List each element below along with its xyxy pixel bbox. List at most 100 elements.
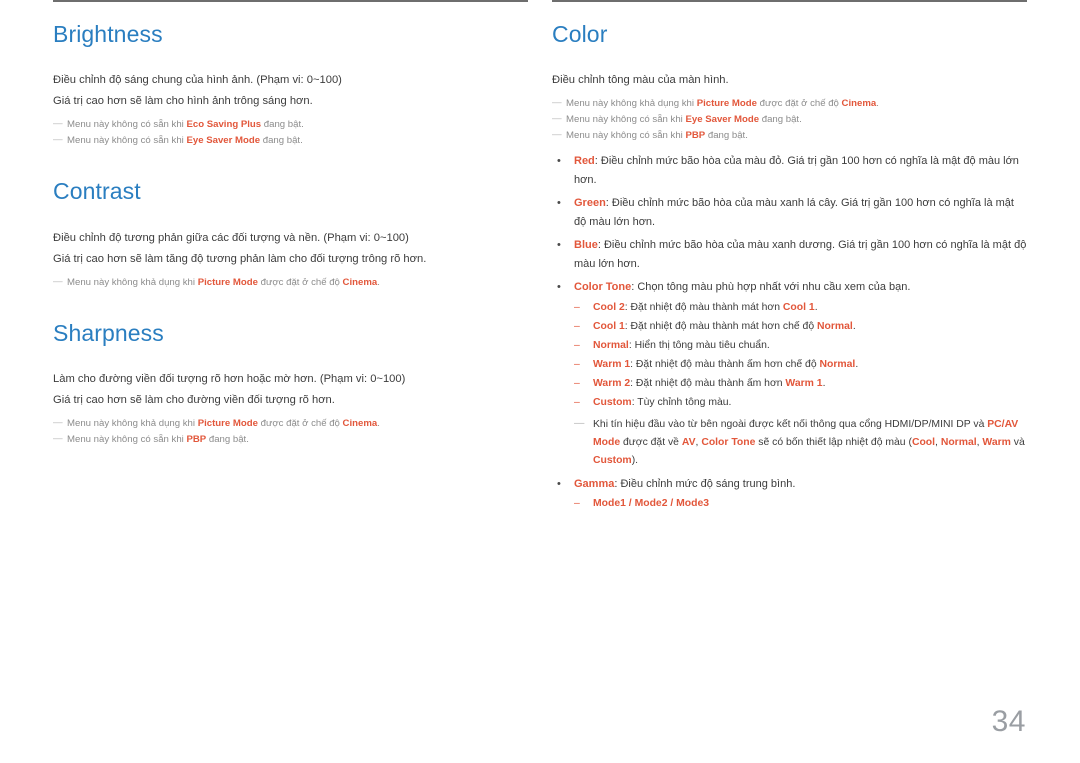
sub-item-term: Normal	[593, 339, 629, 351]
note-keyword-2: Cinema	[841, 98, 877, 110]
footnote-text-1: Khi tín hiệu đầu vào từ bên ngoài được k…	[593, 418, 988, 430]
sub-dash-icon: –	[574, 396, 580, 408]
sub-item-normal: – Normal: Hiển thị tông màu tiêu chuẩn.	[574, 337, 1027, 355]
note-keyword: Picture Mode	[696, 98, 757, 110]
note-text: Menu này không có sẵn khi	[67, 135, 187, 147]
sub-item-keyword: Normal	[819, 358, 856, 370]
note-text-mid: được đặt ở chế độ	[257, 276, 343, 288]
color-note-1: ― Menu này không khả dụng khi Picture Mod…	[552, 96, 1027, 112]
bullet-dot-icon: •	[557, 155, 561, 168]
page-title-contrast: Contrast	[53, 178, 141, 205]
sub-item-cool-2: – Cool 2: Đặt nhiệt độ màu thành mát hơn …	[574, 299, 1027, 317]
note-dash-icon: ―	[552, 129, 562, 141]
note-keyword: Eco Saving Plus	[186, 119, 262, 131]
note-text-tail: .	[876, 98, 879, 110]
footnote-keyword-cool: Cool	[911, 436, 936, 448]
contrast-note-1: ― Menu này không khả dụng khi Picture Mod…	[53, 275, 528, 291]
note-text-tail: đang bật.	[261, 119, 304, 131]
list-item-red: • Red: Điều chỉnh mức bão hòa của màu đỏ.…	[552, 152, 1027, 189]
note-dash-icon: ―	[53, 416, 63, 428]
note-dash-icon: ―	[53, 118, 63, 130]
list-item-term: Green	[574, 197, 606, 210]
note-text-mid: được đặt ở chế độ	[257, 417, 343, 429]
note-dash-icon: ―	[574, 417, 585, 429]
note-text-tail: đang bật.	[206, 433, 249, 445]
sub-item-term: Custom	[593, 396, 632, 408]
bullet-dot-icon: •	[557, 477, 561, 490]
contrast-description-line-2: Giá trị cao hơn sẽ làm tăng độ tương phả…	[53, 252, 427, 265]
color-settings-list: • Red: Điều chỉnh mức bão hòa của màu đỏ.…	[552, 152, 1027, 513]
list-item-term: Color Tone	[574, 281, 632, 294]
note-keyword: Picture Mode	[197, 417, 258, 429]
note-dash-icon: ―	[53, 275, 63, 287]
sub-item-term: Warm 2	[593, 377, 631, 389]
sub-item-keyword: Normal	[817, 320, 853, 332]
note-keyword-2: Cinema	[342, 276, 378, 288]
footnote-text-2: được đặt về	[620, 436, 682, 448]
sub-dash-icon: –	[574, 301, 580, 313]
sub-item-tail: .	[855, 358, 859, 370]
color-description-line-1: Điều chỉnh tông màu của màn hình.	[552, 74, 729, 87]
page-title-sharpness: Sharpness	[53, 319, 164, 346]
manual-page: Brightness Điều chỉnh độ sáng chung của …	[0, 0, 1080, 763]
right-column-top-rule	[552, 0, 1027, 2]
sub-item-gamma-modes: – Mode1 / Mode2 / Mode3	[574, 495, 1027, 513]
sub-item-keyword: Warm 1	[785, 377, 823, 389]
sub-item-tail: .	[814, 301, 818, 313]
left-column-top-rule	[53, 0, 528, 2]
footnote-text-7: và	[1010, 436, 1025, 448]
note-keyword: Eye Saver Mode	[186, 135, 261, 147]
section-contrast: Contrast Điều chỉnh độ tương phản giữa c…	[53, 178, 528, 291]
note-keyword-2: Cinema	[342, 417, 378, 429]
left-column: Brightness Điều chỉnh độ sáng chung của …	[53, 0, 528, 543]
note-dash-icon: ―	[552, 113, 562, 125]
sub-item-term: Cool 1	[593, 320, 625, 332]
footnote-keyword-normal: Normal	[940, 436, 977, 448]
right-column: Color Điều chỉnh tông màu của màn hình. …	[552, 0, 1027, 543]
sub-dash-icon: –	[574, 339, 580, 351]
bullet-dot-icon: •	[557, 197, 561, 210]
note-dash-icon: ―	[552, 97, 562, 109]
list-item-text: : Điều chỉnh mức bão hòa của màu xanh dư…	[574, 239, 1027, 270]
color-note-2: ― Menu này không có sẵn khi Eye Saver Mod…	[552, 112, 1027, 128]
contrast-description-line-1: Điều chỉnh độ tương phản giữa các đối tư…	[53, 231, 409, 244]
sub-item-term: Cool 2	[593, 301, 625, 313]
sub-dash-icon: –	[574, 358, 580, 370]
brightness-description-line-1: Điều chỉnh độ sáng chung của hình ảnh. (…	[53, 74, 342, 87]
note-dash-icon: ―	[53, 432, 63, 444]
sharpness-description-line-2: Giá trị cao hơn sẽ làm cho đường viền đố…	[53, 393, 335, 406]
footnote-text-8: ).	[631, 454, 639, 466]
list-item-text: : Điều chỉnh mức bão hòa của màu xanh lá…	[574, 197, 1014, 228]
note-text-tail: .	[377, 276, 380, 288]
note-keyword: PBP	[685, 130, 706, 142]
brightness-note-2: ― Menu này không có sẵn khi Eye Saver Mod…	[53, 133, 528, 149]
sharpness-note-1: ― Menu này không khả dụng khi Picture Mod…	[53, 416, 528, 432]
list-item-text: : Chọn tông màu phù hợp nhất với nhu cầu…	[631, 281, 911, 294]
list-item-text: : Điều chỉnh mức độ sáng trung bình.	[614, 477, 796, 490]
brightness-note-1: ― Menu này không có sẵn khi Eco Saving Pl…	[53, 117, 528, 133]
sub-item-custom: – Custom: Tùy chỉnh tông màu.	[574, 394, 1027, 412]
section-sharpness: Sharpness Làm cho đường viền đối tượng r…	[53, 319, 528, 448]
list-item-green: • Green: Điều chỉnh mức bão hòa của màu x…	[552, 194, 1027, 231]
note-text-tail: .	[377, 417, 380, 429]
sub-dash-icon: –	[574, 377, 580, 389]
gamma-modes-list: – Mode1 / Mode2 / Mode3	[574, 495, 1027, 513]
section-brightness: Brightness Điều chỉnh độ sáng chung của …	[53, 21, 528, 149]
sub-dash-icon: –	[574, 498, 580, 510]
sub-item-text: : Đặt nhiệt độ màu thành mát hơn chế độ	[624, 320, 817, 332]
page-title-brightness: Brightness	[53, 21, 163, 47]
sub-item-term: Mode1 / Mode2 / Mode3	[593, 498, 710, 510]
note-text: Menu này không có sẵn khi	[566, 114, 686, 126]
note-text-tail: đang bật.	[759, 114, 802, 126]
note-text-mid: được đặt ở chế độ	[756, 98, 842, 110]
sub-item-tail: .	[822, 377, 826, 389]
note-keyword: Eye Saver Mode	[685, 114, 760, 126]
sharpness-note-2: ― Menu này không có sẵn khi PBP đang bật.	[53, 432, 528, 448]
footnote-text-4: sẽ có bốn thiết lập nhiệt độ màu (	[755, 436, 912, 448]
sub-item-text: : Đặt nhiệt độ màu thành ấm hơn chế độ	[630, 358, 820, 370]
color-tone-options-list: – Cool 2 : Đặt nhiệt độ màu thành mát hơn …	[574, 299, 1027, 470]
sub-dash-icon: –	[574, 320, 580, 332]
brightness-description-line-2: Giá trị cao hơn sẽ làm cho hình ảnh trôn…	[53, 95, 313, 108]
sub-item-keyword: Cool 1	[782, 301, 815, 313]
sub-item-term: Warm 1	[593, 358, 631, 370]
